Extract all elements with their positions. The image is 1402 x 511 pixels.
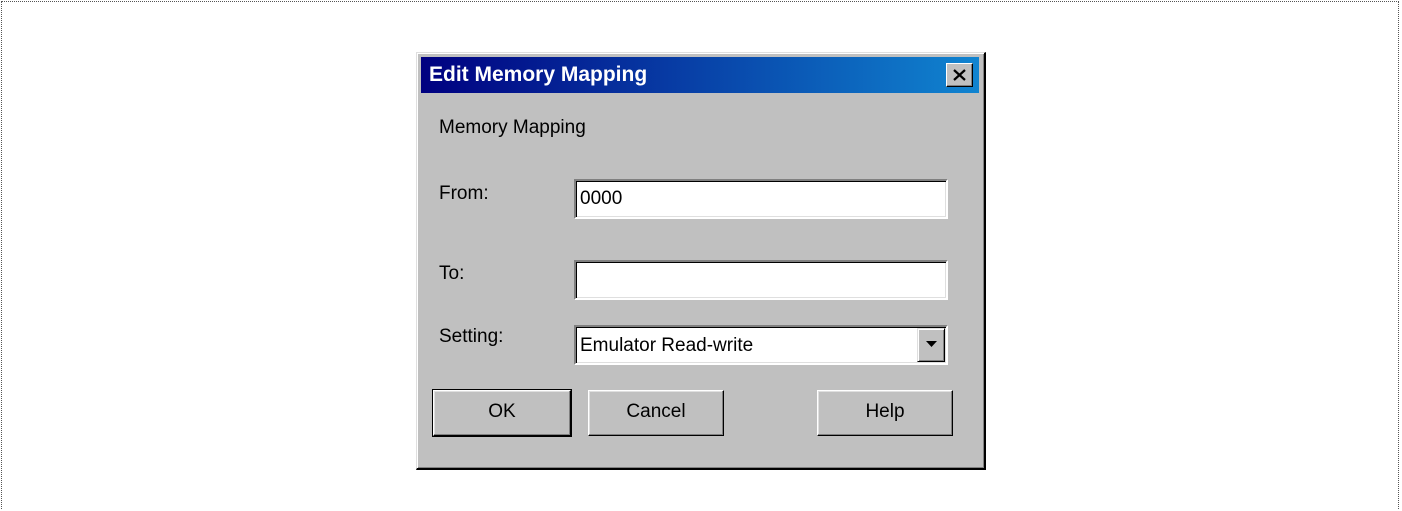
from-field[interactable] [574, 179, 948, 219]
to-label: To: [439, 263, 465, 284]
setting-dropdown-button[interactable] [917, 328, 945, 362]
edit-memory-mapping-dialog: Edit Memory Mapping Memory Mapping From:… [416, 52, 986, 470]
ok-button[interactable]: OK [432, 389, 572, 437]
close-button[interactable] [946, 63, 973, 87]
dialog-title: Edit Memory Mapping [429, 63, 648, 86]
cancel-button[interactable]: Cancel [588, 390, 724, 436]
from-label: From: [439, 183, 489, 204]
chevron-down-icon [926, 341, 937, 347]
memory-mapping-label: Memory Mapping [439, 117, 586, 138]
setting-label: Setting: [439, 326, 504, 347]
help-button[interactable]: Help [817, 390, 953, 436]
to-field[interactable] [574, 260, 948, 300]
setting-select[interactable]: Emulator Read-write [574, 325, 948, 365]
setting-select-value: Emulator Read-write [580, 335, 754, 356]
title-bar[interactable]: Edit Memory Mapping [421, 57, 979, 93]
close-icon [953, 69, 966, 81]
